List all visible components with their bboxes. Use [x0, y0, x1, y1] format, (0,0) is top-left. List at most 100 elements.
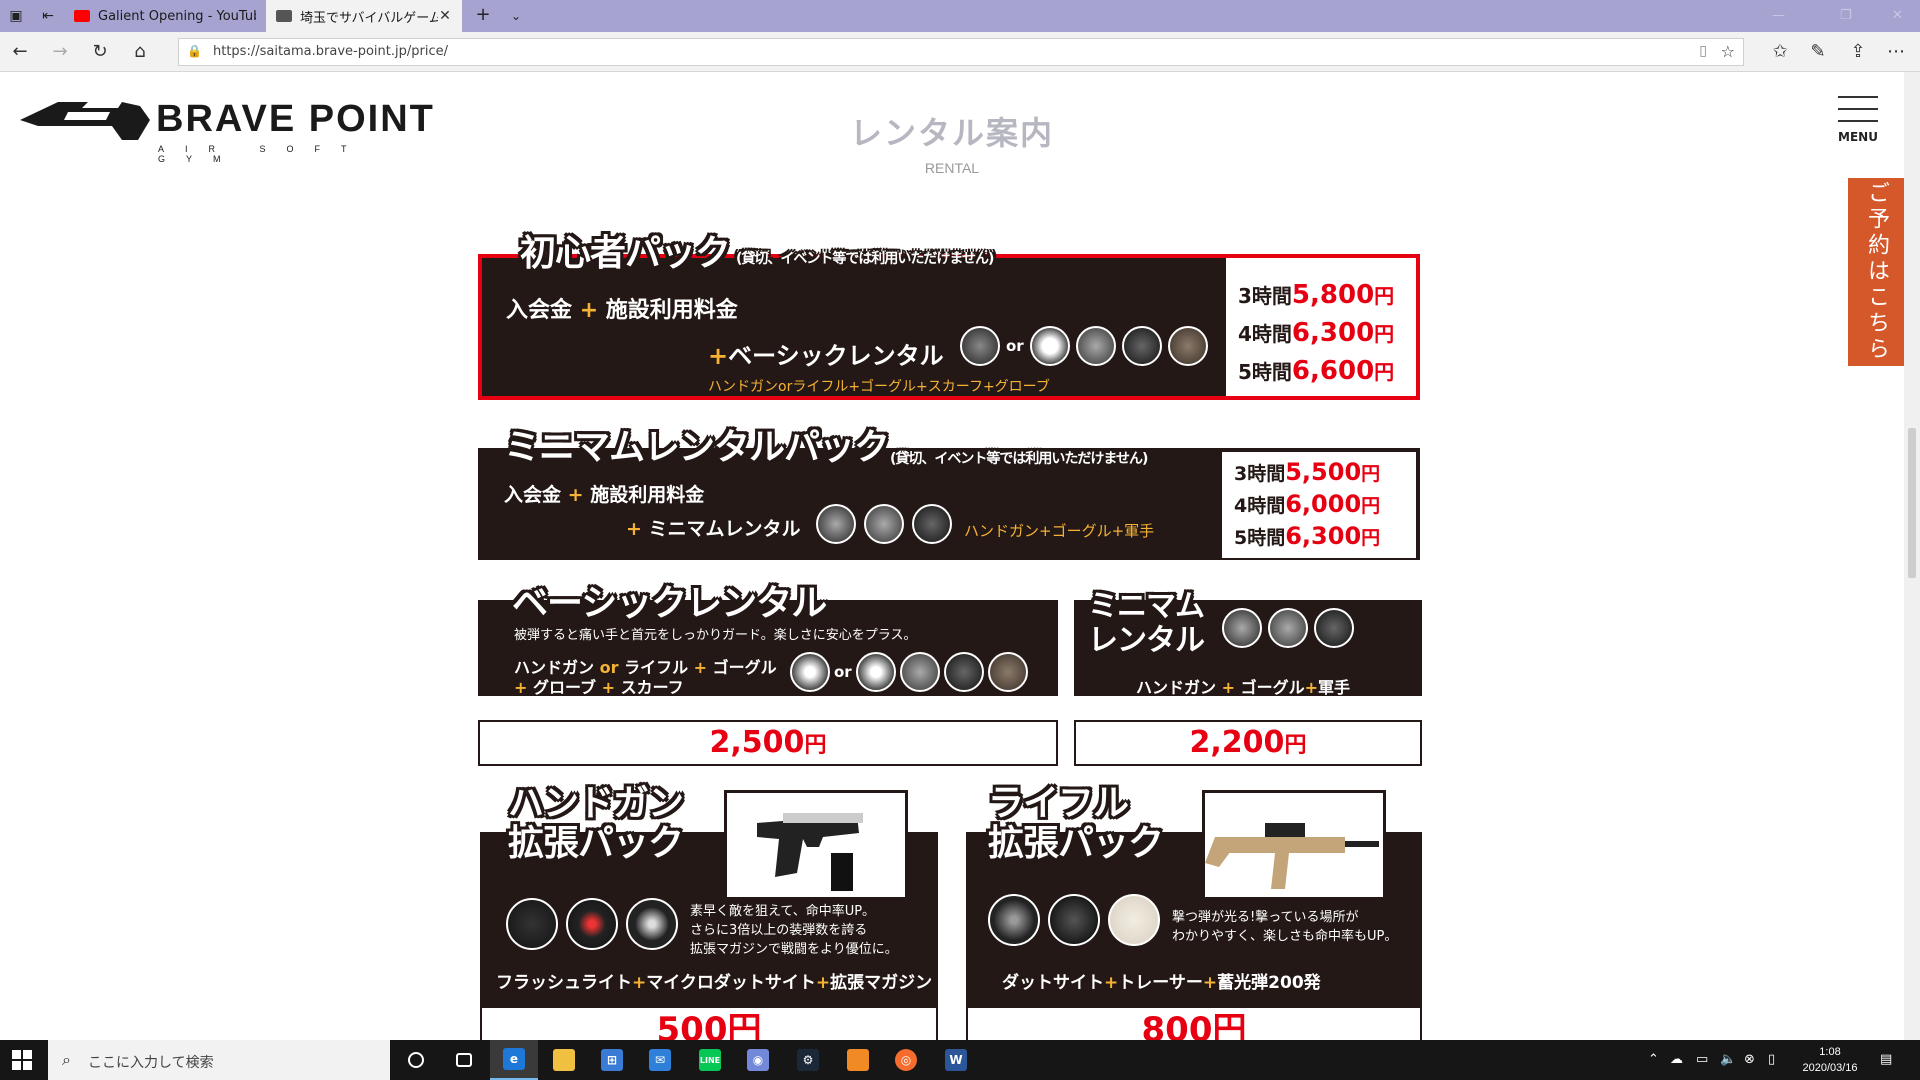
goggle-icon: [1075, 326, 1116, 366]
beginner-line1: 入会金 + 施設利用料金: [506, 298, 738, 323]
handgun-ext-price: 500円: [656, 1010, 762, 1040]
price-row-4h: 4時間6,000円: [1234, 490, 1381, 518]
price-row-5h: 5時間6,600円: [1238, 356, 1395, 386]
section-subtitle: RENTAL: [924, 160, 980, 176]
windows-start-icon[interactable]: [12, 1050, 32, 1070]
handgun-ext-title: ハンドガン 拡張パック: [508, 783, 684, 864]
minimum-pack-caption: ハンドガン+ゴーグル+軍手: [964, 522, 1155, 540]
word-icon[interactable]: W: [932, 1040, 980, 1080]
handgun-ext-items: フラッシュライト+マイクロダットサイト+拡張マガジン: [496, 973, 933, 993]
basic-gear-icons: or: [790, 652, 1028, 692]
tab-title: 埼玉でサバイバルゲームをす: [300, 10, 438, 26]
reservation-button[interactable]: ご予約はこちら: [1848, 178, 1904, 366]
tab-actions-icon[interactable]: ▣: [6, 6, 26, 26]
maximize-icon[interactable]: ❐: [1840, 8, 1852, 23]
ime-icon[interactable]: ▯: [1768, 1040, 1775, 1080]
minimum-pack-line1: 入会金 + 施設利用料金: [504, 484, 705, 506]
url-text: https://saitama.brave-point.jp/price/: [213, 44, 448, 59]
basic-items-line2: + グローブ + スカーフ: [514, 678, 684, 697]
page-scrollbar[interactable]: [1904, 72, 1920, 1040]
address-bar[interactable]: 🔒 https://saitama.brave-point.jp/price/ …: [178, 38, 1744, 66]
reading-view-icon[interactable]: ▯: [1699, 43, 1707, 59]
tab-title: Galient Opening - YouTube: [98, 8, 256, 24]
handgun-icon: [816, 504, 856, 544]
price-row-4h: 4時間6,300円: [1238, 318, 1395, 348]
glove-icon: [943, 652, 984, 692]
rifle-image-icon: [1205, 823, 1379, 889]
minimum-title: ミニマム レンタル: [1088, 590, 1205, 658]
close-window-icon[interactable]: ✕: [1892, 8, 1903, 23]
flashlight-icon: [626, 898, 678, 950]
handgun-ext-desc: 素早く敵を狙えて、命中率UP。 さらに3倍以上の装弾数を誇る 拡張マガジンで戦闘…: [690, 904, 898, 957]
line-icon[interactable]: LINE: [686, 1040, 734, 1080]
network-icon[interactable]: ▭: [1696, 1040, 1708, 1080]
back-icon[interactable]: ←: [8, 40, 32, 64]
clock-date: 2020/03/16: [1802, 1062, 1858, 1074]
goggle-icon: [1268, 608, 1308, 648]
favorites-icon[interactable]: ✩: [1768, 40, 1792, 64]
home-icon[interactable]: ⌂: [128, 40, 152, 64]
beginner-caption: ハンドガンorライフル+ゴーグル+スカーフ+グローブ: [708, 379, 1050, 395]
minimum-pack-price-box: 3時間5,500円 4時間6,000円 5時間6,300円: [1222, 452, 1416, 558]
handgun-icon: [1222, 608, 1262, 648]
store-icon[interactable]: ⊞: [588, 1040, 636, 1080]
youtube-icon: [74, 10, 90, 22]
basic-price: 2,500円: [478, 720, 1058, 766]
minimum-pack-line2: + ミニマムレンタル: [626, 518, 801, 540]
tracer-icon: [1048, 894, 1100, 946]
new-tab-button[interactable]: +: [472, 6, 494, 26]
scarf-icon: [1167, 326, 1208, 366]
forward-icon[interactable]: →: [48, 40, 72, 64]
task-view-icon[interactable]: [440, 1040, 488, 1080]
orange-app-icon[interactable]: [834, 1040, 882, 1080]
handgun-photo: [724, 790, 908, 900]
notifications-icon[interactable]: ▤: [1880, 1040, 1892, 1080]
rifle-photo: [1202, 790, 1386, 900]
beginner-gear-icons: or: [960, 326, 1208, 366]
taskbar-search-box[interactable]: ⌕ ここに入力して検索: [48, 1040, 390, 1080]
rifle-ext-items: ダットサイト+トレーサー+蓄光弾200発: [1002, 973, 1321, 993]
notes-icon[interactable]: ✎: [1806, 40, 1830, 64]
minimum-pack-gear-icons: [816, 504, 952, 544]
browser-tab-bar: ▣ ⇤ Galient Opening - YouTube 埼玉でサバイバルゲー…: [0, 0, 1920, 32]
cortana-icon[interactable]: [392, 1040, 440, 1080]
minimum-price: 2,200円: [1074, 720, 1422, 766]
discord-icon[interactable]: ◉: [734, 1040, 782, 1080]
volume-icon[interactable]: 🔈: [1720, 1040, 1736, 1080]
rifle-ext-price: 800円: [1141, 1010, 1247, 1040]
steam-icon[interactable]: ⚙: [784, 1040, 832, 1080]
section-title: レンタル案内: [849, 114, 1054, 152]
site-favicon-icon: [276, 10, 292, 22]
price-row-5h: 5時間6,300円: [1234, 522, 1381, 550]
tab-youtube[interactable]: Galient Opening - YouTube: [64, 0, 266, 32]
share-icon[interactable]: ⇪: [1846, 40, 1870, 64]
tab-preview-chevron-icon[interactable]: ⌄: [506, 6, 526, 26]
rifle-ext-title: ライフル 拡張パック: [988, 783, 1164, 864]
onedrive-icon[interactable]: ☁: [1670, 1040, 1683, 1080]
favorite-star-icon[interactable]: ☆: [1721, 42, 1735, 61]
price-row-3h: 3時間5,800円: [1238, 280, 1395, 310]
basic-desc: 被弾すると痛い手と首元をしっかりガード。楽しさに安心をプラス。: [514, 628, 917, 643]
show-hidden-icons-icon[interactable]: ⌃: [1648, 1040, 1659, 1080]
file-explorer-icon[interactable]: [540, 1040, 588, 1080]
refresh-icon[interactable]: ↻: [88, 40, 112, 64]
edge-icon[interactable]: e: [490, 1040, 538, 1080]
minimum-title-line2: レンタル: [1088, 623, 1205, 658]
tab-brave-point[interactable]: 埼玉でサバイバルゲームをす ✕: [266, 0, 462, 32]
glove-icon: [1121, 326, 1162, 366]
tray-app-icon[interactable]: ⊗: [1744, 1040, 1755, 1080]
page-viewport: BRAVE POINT AIR SOFT GYM MENU レンタル案内 REN…: [0, 72, 1904, 1040]
beginner-title: 初心者パック: [520, 233, 731, 274]
more-icon[interactable]: ⋯: [1884, 40, 1908, 64]
scrollbar-thumb[interactable]: [1908, 428, 1916, 578]
handgun-icon: [790, 652, 830, 692]
rifle-ext-icons: [988, 894, 1160, 946]
bb-pellets-icon: [1108, 894, 1160, 946]
rifle-ext-desc: 撃つ弾が光る!撃っている場所が わかりやすく、楽しさも命中率もUP。: [1172, 910, 1398, 944]
tabs-aside-icon[interactable]: ⇤: [38, 6, 58, 26]
mail-icon[interactable]: ✉: [636, 1040, 684, 1080]
minimize-icon[interactable]: —: [1772, 8, 1785, 23]
taskbar-clock[interactable]: 1:08 2020/03/16: [1790, 1044, 1870, 1076]
origin-icon[interactable]: ◎: [882, 1040, 930, 1080]
close-tab-icon[interactable]: ✕: [438, 8, 452, 24]
